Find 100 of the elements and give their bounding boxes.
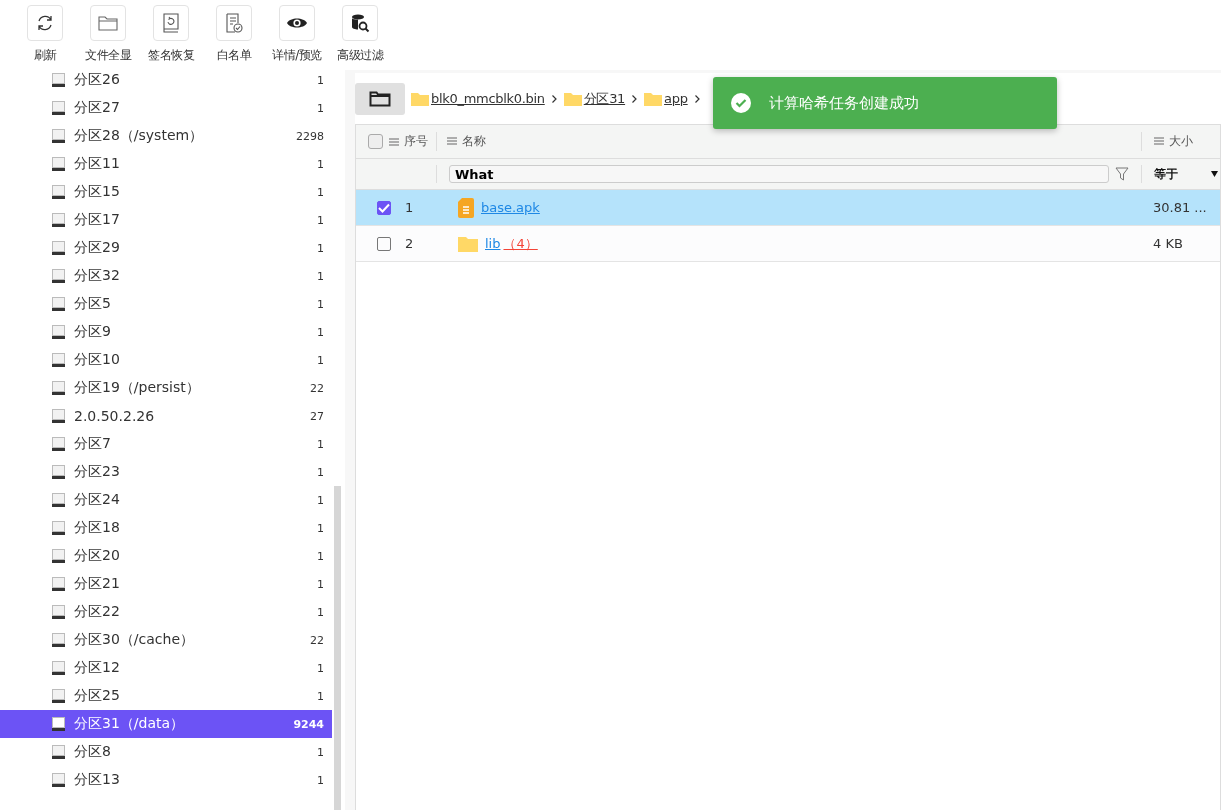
tree-item[interactable]: 分区10 1 <box>0 346 332 374</box>
tree-item[interactable]: 分区9 1 <box>0 318 332 346</box>
book-restore-icon <box>162 13 180 33</box>
drive-icon <box>52 297 65 311</box>
drive-icon <box>52 157 65 171</box>
check-circle-icon <box>730 92 752 114</box>
tree-item[interactable]: 分区19（/persist） 22 <box>0 374 332 402</box>
list-icon <box>447 137 457 146</box>
drive-icon <box>52 689 65 703</box>
column-header[interactable]: 序号 <box>404 133 428 150</box>
item-count: （4） <box>503 234 538 253</box>
caret-icon <box>1211 171 1218 177</box>
tree-item[interactable]: 分区28（/system） 2298 <box>0 122 332 150</box>
folder-icon <box>98 14 118 32</box>
toolbar-button[interactable] <box>342 5 378 41</box>
breadcrumb-link[interactable]: blk0_mmcblk0.bin <box>431 91 545 106</box>
table-cell: 4 KB <box>1153 236 1183 251</box>
drive-icon <box>52 185 65 199</box>
tree-item[interactable]: 分区18 1 <box>0 514 332 542</box>
tree-item[interactable]: 分区29 1 <box>0 234 332 262</box>
drive-icon <box>52 717 65 731</box>
toolbar-label: 高级过滤 <box>337 47 383 64</box>
tree-item[interactable]: 分区8 1 <box>0 738 332 766</box>
database-search-icon <box>350 13 370 33</box>
filter-field[interactable]: What <box>449 165 1109 183</box>
toolbar-button[interactable] <box>279 5 315 41</box>
tree-item[interactable]: 2.0.50.2.26 27 <box>0 402 332 430</box>
tree-item[interactable]: 分区22 1 <box>0 598 332 626</box>
tree-item[interactable]: 分区17 1 <box>0 206 332 234</box>
tree-item[interactable]: 分区23 1 <box>0 458 332 486</box>
drive-icon <box>52 633 65 647</box>
toolbar-label: 白名单 <box>216 47 252 64</box>
drive-icon <box>52 745 65 759</box>
drive-icon <box>52 73 65 87</box>
tree-item[interactable]: 分区12 1 <box>0 654 332 682</box>
filter-icon[interactable] <box>1115 167 1129 181</box>
tree-item[interactable]: 分区24 1 <box>0 486 332 514</box>
tree-item[interactable]: 分区11 1 <box>0 150 332 178</box>
drive-icon <box>52 661 65 675</box>
document-icon <box>458 197 474 218</box>
table-cell: 30.81 ... <box>1153 200 1207 215</box>
table-row[interactable]: 1 base.apk 30.81 ... <box>356 190 1220 226</box>
tree-item[interactable]: 分区21 1 <box>0 570 332 598</box>
tree-item[interactable]: 分区31（/data） 9244 <box>0 710 332 738</box>
column-header[interactable]: 大小 <box>1169 133 1193 150</box>
drive-icon <box>52 269 65 283</box>
drive-icon <box>52 213 65 227</box>
chevron-icon <box>632 94 638 103</box>
tree-item[interactable]: 分区15 1 <box>0 178 332 206</box>
eye-icon <box>286 16 308 30</box>
drive-icon <box>52 353 65 367</box>
refresh-icon <box>35 13 55 33</box>
chevron-icon <box>694 94 700 103</box>
toolbar-label: 文件全显 <box>85 47 131 64</box>
folder-icon <box>644 91 663 106</box>
folder-button[interactable] <box>355 82 405 115</box>
drive-icon <box>52 129 65 143</box>
drive-icon <box>52 521 65 535</box>
breadcrumb-link[interactable]: app <box>664 91 688 106</box>
tree-item[interactable]: 分区25 1 <box>0 682 332 710</box>
drive-icon <box>52 605 65 619</box>
drive-icon <box>52 409 65 423</box>
drive-icon <box>52 101 65 115</box>
drive-icon <box>52 241 65 255</box>
checkbox[interactable] <box>377 236 391 251</box>
tree-item[interactable]: 分区30（/cache） 22 <box>0 626 332 654</box>
breadcrumb-link[interactable]: 分区31 <box>583 89 626 108</box>
drive-icon <box>52 773 65 787</box>
drive-icon <box>52 325 65 339</box>
drive-icon <box>52 437 65 451</box>
table-cell: 1 <box>405 200 414 215</box>
scrollbar-thumb[interactable] <box>334 486 341 810</box>
toolbar-label: 刷新 <box>33 47 57 64</box>
folder-icon <box>563 91 582 106</box>
success-toast: 计算哈希任务创建成功 <box>713 77 1057 129</box>
file-link[interactable]: lib <box>485 236 501 251</box>
tree-item[interactable]: 分区13 1 <box>0 766 332 794</box>
folder-icon <box>411 91 429 106</box>
drive-icon <box>52 493 65 507</box>
toolbar-label: 签名恢复 <box>148 47 194 64</box>
operator-dropdown[interactable]: 等于 <box>1154 165 1218 183</box>
tree-item[interactable]: 分区32 1 <box>0 262 332 290</box>
column-header[interactable]: 名称 <box>462 133 486 150</box>
drive-icon <box>52 381 65 395</box>
list-icon <box>389 137 399 146</box>
drive-icon <box>52 465 65 479</box>
drive-icon <box>52 577 65 591</box>
tree-item[interactable]: 分区7 1 <box>0 430 332 458</box>
tree-item[interactable]: 分区27 1 <box>0 94 332 122</box>
toolbar-button[interactable] <box>27 5 63 41</box>
checkbox[interactable] <box>377 200 391 215</box>
chevron-icon <box>551 94 557 103</box>
table-cell: 2 <box>405 236 414 251</box>
tree-item[interactable]: 分区26 1 <box>0 66 332 94</box>
checkbox[interactable] <box>368 134 383 149</box>
tree-item[interactable]: 分区5 1 <box>0 290 332 318</box>
folder-icon <box>369 90 391 107</box>
folder-icon <box>458 235 478 252</box>
toolbar-label: 详情/预览 <box>272 47 322 64</box>
tree-item[interactable]: 分区20 1 <box>0 542 332 570</box>
